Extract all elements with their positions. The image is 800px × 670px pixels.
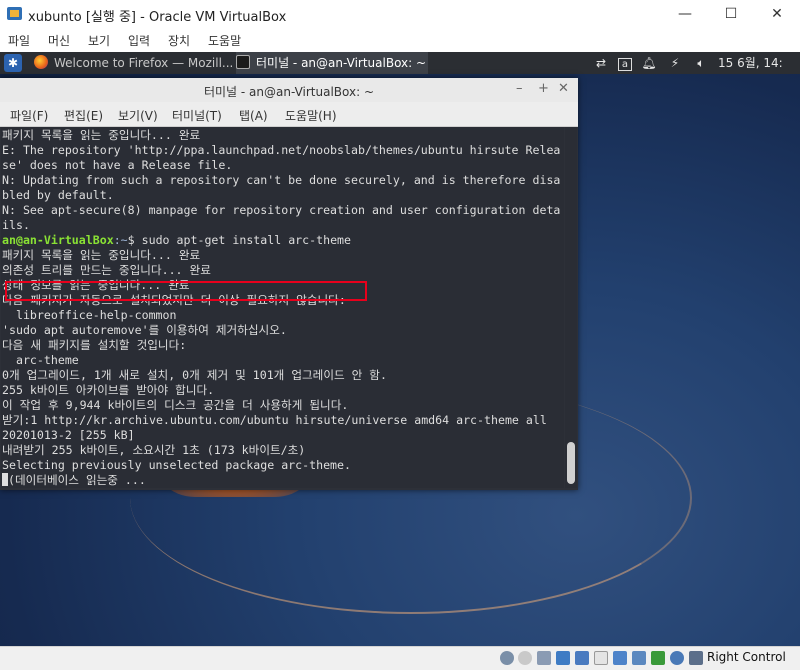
menu-view[interactable]: 보기 (88, 32, 110, 49)
virtualbox-icon (7, 7, 22, 20)
prompt-user: an@an-VirtualBox (2, 233, 114, 247)
host-key-label: Right Control (707, 650, 786, 664)
terminal-line: N: See apt-secure(8) manpage for reposit… (2, 203, 561, 217)
menu-input[interactable]: 입력 (128, 32, 150, 49)
terminal-line: 255 k바이트 아카이브를 받아야 합니다. (2, 383, 215, 397)
taskbar-firefox-label: Welcome to Firefox — Mozill... (54, 56, 232, 70)
maximize-button[interactable]: ☐ (708, 2, 754, 26)
terminal-line: 패키지 목록을 읽는 중입니다... 완료 (2, 128, 201, 142)
terminal-line: arc-theme (2, 353, 79, 367)
taskbar-item-terminal[interactable]: 터미널 - an@an-VirtualBox: ~ (236, 52, 428, 74)
terminal-line: (데이터베이스 읽는중 ... (8, 473, 146, 487)
guest-additions-icon[interactable] (670, 651, 684, 665)
terminal-menu-edit[interactable]: 편집(E) (64, 107, 103, 124)
terminal-menu-terminal[interactable]: 터미널(T) (172, 107, 222, 124)
terminal-output[interactable]: 패키지 목록을 읽는 중입니다... 완료 E: The repository … (1, 127, 564, 488)
typed-command: sudo apt-get install arc-theme (134, 233, 352, 247)
vbox-title-bar: xubunto [실행 중] - Oracle VM VirtualBox — … (0, 0, 800, 28)
mouse-integration-icon[interactable] (689, 651, 703, 665)
prompt-path: :~ (113, 233, 128, 247)
terminal-menu-tabs[interactable]: 탭(A) (239, 107, 268, 124)
terminal-line: ils. (2, 218, 30, 232)
terminal-last-line: (데이터베이스 읽는중 ... (2, 473, 146, 488)
menu-devices[interactable]: 장치 (168, 32, 190, 49)
vbox-window-title: xubunto [실행 중] - Oracle VM VirtualBox (28, 10, 287, 25)
vbox-menu-bar: 파일 머신 보기 입력 장치 도움말 (0, 28, 800, 52)
network-arrows-icon[interactable]: ⇄ (590, 52, 612, 74)
network-icon[interactable] (556, 651, 570, 665)
terminal-menu-file[interactable]: 파일(F) (10, 107, 48, 124)
terminal-line: 'sudo apt autoremove'를 이용하여 제거하십시오. (2, 323, 287, 337)
audio-icon[interactable] (537, 651, 551, 665)
scrollbar-thumb[interactable] (567, 442, 575, 484)
applications-menu-icon[interactable]: ✱ (4, 54, 22, 72)
firefox-icon (34, 55, 48, 69)
terminal-icon (236, 55, 250, 69)
close-button[interactable]: ✕ (754, 2, 800, 26)
volume-icon[interactable]: 🔈︎ (690, 52, 712, 74)
menu-machine[interactable]: 머신 (48, 32, 70, 49)
terminal-line: 0개 업그레이드, 1개 새로 설치, 0개 제거 및 101개 업그레이드 안… (2, 368, 387, 382)
terminal-line: 이 작업 후 9,944 k바이트의 디스크 공간을 더 사용하게 됩니다. (2, 398, 349, 412)
optical-drive-icon[interactable] (518, 651, 532, 665)
terminal-menu-help[interactable]: 도움말(H) (285, 107, 337, 124)
terminal-line: 의존성 트리를 만드는 중입니다... 완료 (2, 263, 211, 277)
prompt-symbol: $ (127, 233, 135, 247)
terminal-line: 패키지 목록을 읽는 중입니다... 완료 (2, 248, 201, 262)
terminal-line: libreoffice-help-common (2, 308, 177, 322)
notification-bell-icon[interactable]: 🔔︎ (638, 52, 660, 74)
keyboard-layout-icon[interactable]: a (614, 52, 636, 74)
hard-disk-icon[interactable] (500, 651, 514, 665)
terminal-title: 터미널 - an@an-VirtualBox: ~ (203, 85, 375, 99)
terminal-line: bled by default. (2, 188, 114, 202)
terminal-line: Selecting previously unselected package … (2, 458, 352, 472)
recording-icon[interactable] (632, 651, 646, 665)
power-icon[interactable]: ⚡ (664, 52, 686, 74)
minimize-button[interactable]: — (662, 2, 708, 26)
terminal-line: 다음 새 패키지를 설치할 것입니다: (2, 338, 187, 352)
terminal-line: se' does not have a Release file. (2, 158, 233, 172)
command-highlight-box (5, 281, 367, 301)
terminal-line: E: The repository 'http://ppa.launchpad.… (2, 143, 561, 157)
terminal-title-bar[interactable]: 터미널 - an@an-VirtualBox: ~ – + ✕ (0, 78, 578, 102)
guest-display[interactable]: ✱ Welcome to Firefox — Mozill... 터미널 - a… (0, 52, 800, 646)
terminal-scrollbar[interactable] (565, 127, 577, 488)
terminal-line: N: Updating from such a repository can't… (2, 173, 561, 187)
terminal-menu-bar: 파일(F) 편집(E) 보기(V) 터미널(T) 탭(A) 도움말(H) (0, 102, 578, 127)
terminal-line: 받기:1 http://kr.archive.ubuntu.com/ubuntu… (2, 413, 547, 427)
display-icon[interactable] (613, 651, 627, 665)
terminal-close-button[interactable]: ✕ (558, 81, 569, 96)
menu-file[interactable]: 파일 (8, 32, 30, 49)
terminal-line: 20201013-2 [255 kB] (2, 428, 135, 442)
xfce-top-panel: ✱ Welcome to Firefox — Mozill... 터미널 - a… (0, 52, 800, 74)
shared-folders-icon[interactable] (594, 651, 608, 665)
terminal-maximize-button[interactable]: + (538, 81, 549, 96)
taskbar-terminal-label: 터미널 - an@an-VirtualBox: ~ (256, 56, 427, 70)
menu-help[interactable]: 도움말 (208, 32, 241, 49)
usb-icon[interactable] (575, 651, 589, 665)
terminal-minimize-button[interactable]: – (516, 81, 523, 96)
taskbar-item-firefox[interactable]: Welcome to Firefox — Mozill... (34, 52, 232, 74)
terminal-line: 내려받기 255 k바이트, 소요시간 1초 (173 k바이트/초) (2, 443, 306, 457)
vbox-status-bar: Right Control (0, 646, 800, 670)
panel-clock[interactable]: 15 6월, 14: (718, 52, 800, 74)
cpu-icon[interactable] (651, 651, 665, 665)
command-prompt-line: an@an-VirtualBox:~$ sudo apt-get install… (2, 233, 351, 248)
terminal-menu-view[interactable]: 보기(V) (118, 107, 158, 124)
